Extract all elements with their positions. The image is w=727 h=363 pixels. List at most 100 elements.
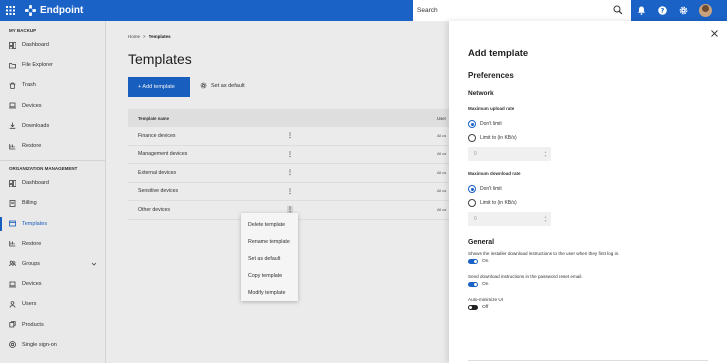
table-row[interactable]: Finance devices ⋮ All us <box>128 127 449 146</box>
sidebar-item-file-explorer[interactable]: File Explorer <box>0 55 105 75</box>
panel-footer-divider <box>468 360 708 361</box>
menu-item-modify-template[interactable]: Modify template <box>241 284 298 301</box>
sidebar-item-restore[interactable]: Restore <box>0 136 105 156</box>
upload-dont-limit-radio[interactable]: Don't limit <box>468 120 502 128</box>
sidebar-item-label: Devices <box>22 102 42 109</box>
users-cell: All us <box>437 207 447 212</box>
upload-limit-value: 0 <box>474 151 477 157</box>
help-icon[interactable]: ? <box>652 0 673 21</box>
chevron-down-icon[interactable] <box>91 261 97 267</box>
users-cell: All us <box>437 152 447 157</box>
folder-icon <box>9 62 16 69</box>
menu-item-delete-template[interactable]: Delete template <box>241 216 298 233</box>
row-context-menu: Delete template Rename template Set as def… <box>241 213 298 301</box>
download-limit-value: 0 <box>474 216 477 222</box>
radio-selected-indicator <box>468 185 476 193</box>
spinner-arrows-icon[interactable]: ▲ ▼ <box>544 215 547 223</box>
table-row[interactable]: Management devices ⋮ All us <box>128 146 449 164</box>
menu-item-set-as-default[interactable]: Set as default <box>241 250 298 267</box>
template-name-cell: External devices <box>138 169 177 176</box>
radio-label: Don't limit <box>480 186 502 192</box>
row-actions-menu-icon[interactable]: ⋮ <box>287 132 293 139</box>
column-users[interactable]: User <box>437 116 446 121</box>
sidebar-item-groups[interactable]: Groups <box>0 254 105 274</box>
template-name-cell: Management devices <box>138 151 188 158</box>
search-label: Search <box>417 7 438 14</box>
app-launcher-icon[interactable] <box>0 0 21 21</box>
row-actions-menu-icon[interactable]: ⋮ <box>287 169 293 176</box>
search-icon[interactable] <box>613 5 623 15</box>
users-cell: All us <box>437 189 447 194</box>
sidebar-item-trash[interactable]: Trash <box>0 75 105 95</box>
top-bar: Endpoint Search ? <box>0 0 727 21</box>
close-icon[interactable] <box>711 30 718 37</box>
download-rate-label: Maximum download rate <box>468 171 521 176</box>
sidebar-item-label: Downloads <box>22 122 50 129</box>
trash-icon <box>9 82 16 89</box>
sidebar-item-downloads[interactable]: Downloads <box>0 116 105 136</box>
settings-gear-icon[interactable] <box>673 0 694 21</box>
table-row[interactable]: External devices ⋮ All us <box>128 164 449 183</box>
groups-icon <box>9 261 16 267</box>
general-heading: General <box>468 239 495 246</box>
installer-instructions-toggle[interactable]: On <box>468 259 488 264</box>
row-actions-menu-icon[interactable]: ⋮ <box>287 151 293 158</box>
auto-minimize-toggle[interactable]: Off <box>468 305 488 310</box>
table-header: Template name User <box>128 109 449 127</box>
reset-email-toggle[interactable]: On <box>468 282 488 287</box>
menu-item-copy-template[interactable]: Copy template <box>241 267 298 284</box>
restore-icon <box>9 241 16 247</box>
breadcrumb-current: Templates <box>148 34 171 39</box>
upload-limit-radio[interactable]: Limit to (in KB/s) <box>468 134 517 142</box>
endpoint-logo-icon <box>25 5 36 16</box>
brand-logo[interactable]: Endpoint <box>25 5 83 16</box>
sso-icon <box>9 341 16 349</box>
sidebar-item-restore[interactable]: Restore <box>0 234 105 254</box>
sidebar-item-devices[interactable]: Devices <box>0 274 105 294</box>
upload-limit-input[interactable]: 0 ▲ ▼ <box>468 147 551 161</box>
sidebar-item-label: Templates <box>22 220 48 227</box>
sidebar-item-label: Devices <box>22 281 42 288</box>
template-name-cell: Sensitive devices <box>138 188 179 195</box>
search-input[interactable]: Search <box>413 0 631 21</box>
radio-indicator <box>468 134 476 142</box>
notifications-bell-icon[interactable] <box>631 0 652 21</box>
spinner-arrows-icon[interactable]: ▲ ▼ <box>544 150 547 158</box>
toggle-switch <box>468 282 478 287</box>
sidebar-item-dashboard[interactable]: Dashboard <box>0 173 105 193</box>
add-template-button[interactable]: + Add template <box>128 77 190 97</box>
sidebar-item-billing[interactable]: Billing <box>0 193 105 213</box>
sidebar-item-single-sign-on[interactable]: Single sign-on <box>0 335 105 355</box>
sidebar-item-label: File Explorer <box>22 62 53 69</box>
sidebar-item-users[interactable]: Users <box>0 294 105 314</box>
avatar <box>699 4 712 17</box>
sidebar: MY BACKUP Dashboard File Explorer Trash Dev… <box>0 21 106 363</box>
auto-minimize-desc: Auto-minimize UI <box>468 297 503 302</box>
user-avatar[interactable] <box>694 0 715 21</box>
download-dont-limit-radio[interactable]: Don't limit <box>468 185 502 193</box>
sidebar-item-templates[interactable]: Templates <box>0 214 105 234</box>
top-icons: ? <box>631 0 715 21</box>
column-template-name[interactable]: Template name <box>128 116 169 121</box>
breadcrumb-home[interactable]: Home <box>128 34 140 39</box>
table-row[interactable]: Sensitive devices ⋮ All us <box>128 183 449 201</box>
sidebar-item-label: Restore <box>22 143 42 150</box>
radio-label: Limit to (in KB/s) <box>480 200 517 206</box>
reset-email-desc: Send download instructions in the passwo… <box>468 274 583 279</box>
sidebar-item-products[interactable]: Products <box>0 314 105 334</box>
set-as-default-button[interactable]: Set as default <box>200 82 245 89</box>
menu-item-rename-template[interactable]: Rename template <box>241 233 298 250</box>
row-actions-menu-icon[interactable]: ⋮ <box>287 188 293 195</box>
download-limit-radio[interactable]: Limit to (in KB/s) <box>468 199 517 207</box>
toggle-switch <box>468 259 478 264</box>
sidebar-item-label: Restore <box>22 240 42 247</box>
download-limit-input[interactable]: 0 ▲ ▼ <box>468 212 551 226</box>
laptop-icon <box>9 102 16 109</box>
sidebar-item-label: Dashboard <box>22 42 49 49</box>
sidebar-item-label: Groups <box>22 260 41 267</box>
sidebar-item-dashboard[interactable]: Dashboard <box>0 35 105 55</box>
sidebar-item-label: Users <box>22 301 37 308</box>
page-title: Templates <box>128 51 192 67</box>
sidebar-item-devices[interactable]: Devices <box>0 96 105 116</box>
templates-table: Template name User Finance devices ⋮ All u… <box>128 109 449 220</box>
